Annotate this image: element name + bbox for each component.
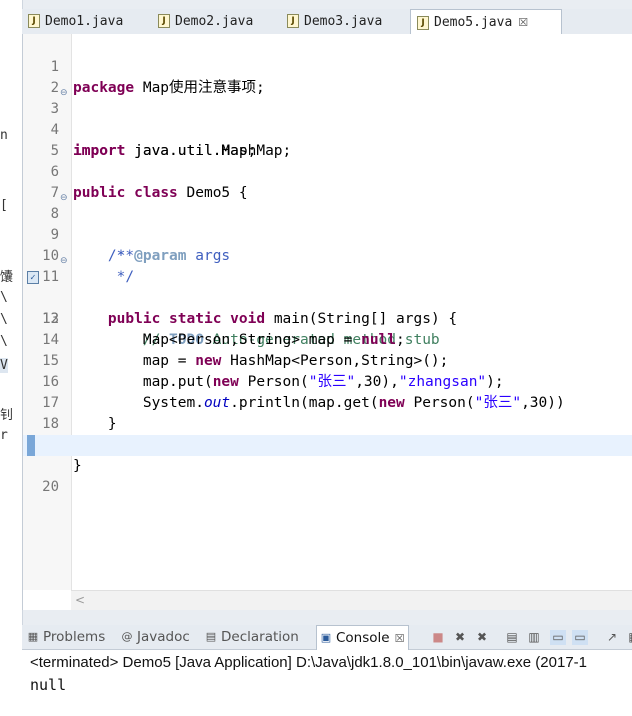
javadoc-icon: @ (121, 630, 133, 643)
tab-problems[interactable]: ▦ Problems (24, 625, 105, 649)
left-fragment: 馕 (0, 270, 14, 285)
left-cropped-panel: n [ 馕 \ \ \ V 钊 r (0, 0, 23, 716)
left-fragment: \ (0, 312, 8, 327)
left-fragment: \ (0, 334, 8, 349)
code-line: 10 */ (23, 225, 632, 285)
tab-demo3[interactable]: J Demo3.java (281, 9, 409, 33)
tab-label: Demo5.java (434, 15, 513, 30)
tab-label: Demo3.java (304, 13, 383, 29)
scroll-left-icon[interactable]: < (75, 593, 85, 607)
scroll-lock-icon[interactable]: ▥ (526, 630, 542, 645)
code-line: 9 * @param args (23, 204, 632, 264)
code-line: 4 import java.util.Map; (23, 99, 632, 159)
horizontal-scrollbar[interactable]: < (71, 590, 632, 610)
declaration-icon: ▤ (205, 630, 217, 643)
console-status: <terminated> Demo5 [Java Application] D:… (30, 654, 588, 671)
java-file-icon: J (28, 14, 40, 28)
code-line: 15 map.put(new Person("张三",30),"zhangsan… (23, 330, 632, 390)
remove-launch-icon[interactable]: ✖ (452, 630, 468, 645)
current-line-marker (27, 435, 35, 456)
code-editor[interactable]: 1 package Map使用注意事项; 2 3 ⊖ import java.u… (22, 34, 632, 610)
terminate-icon[interactable]: ■ (430, 630, 446, 645)
view-tab-bar: ▦ Problems @ Javadoc ▤ Declaration ▣ Con… (22, 625, 632, 650)
remove-all-launches-icon[interactable]: ✖ (474, 630, 490, 645)
clear-console-icon[interactable]: ▤ (504, 630, 520, 645)
tab-demo2[interactable]: J Demo2.java (152, 9, 280, 33)
editor-tab-bar: J Demo1.java J Demo2.java J Demo3.java J… (22, 9, 632, 35)
left-fragment: \ (0, 290, 8, 305)
tab-label: Demo2.java (175, 13, 254, 29)
pin-console-icon[interactable]: ↗ (604, 630, 620, 645)
left-fragment: V (0, 358, 8, 373)
tab-javadoc[interactable]: @ Javadoc (118, 625, 190, 649)
close-icon[interactable]: ☒ (395, 632, 405, 645)
tab-console[interactable]: ▣ Console ☒ (316, 625, 410, 650)
left-fragment: r (0, 428, 8, 443)
display-console-icon[interactable]: ▦ (626, 630, 632, 645)
code-line: 19 } (23, 414, 632, 474)
console-output[interactable]: <terminated> Demo5 [Java Application] D:… (22, 650, 632, 716)
code-line: 2 (23, 57, 632, 96)
code-line: 14 map = new HashMap<Person,String>(); (23, 309, 632, 369)
left-fragment: n (0, 128, 8, 143)
line-number: 20 (42, 479, 59, 495)
code-line: 7 (23, 162, 632, 201)
current-code-line[interactable]: 20 (23, 435, 632, 495)
tab-declaration[interactable]: ▤ Declaration (202, 625, 299, 649)
code-line: 6 public class Demo5 { (23, 141, 632, 201)
code-line: 16 System.out.println(map.get(new Person… (23, 351, 632, 411)
java-file-icon: J (417, 15, 429, 30)
code-line: 5 (23, 120, 632, 159)
tab-demo5[interactable]: J Demo5.java ☒ (410, 9, 562, 35)
left-fragment: 钊 (0, 408, 14, 423)
code-line: 8 ⊖ /** (23, 183, 632, 264)
code-line: 1 package Map使用注意事项; (23, 36, 632, 96)
code-line: 13 Map<Person,String> map = null; (23, 288, 632, 348)
code-line: 18 (23, 393, 632, 432)
java-file-icon: J (287, 14, 299, 28)
show-on-error-icon[interactable]: ▭ (572, 630, 588, 645)
show-on-output-icon[interactable]: ▭ (550, 630, 566, 645)
task-marker-icon[interactable]: ✓ (27, 271, 39, 284)
code-line: 11 ⊖ public static void main(String[] ar… (23, 246, 632, 327)
console-icon: ▣ (320, 631, 332, 644)
code-line: 3 ⊖ import java.util.HashMap; (23, 78, 632, 159)
tab-label: Demo1.java (45, 13, 124, 29)
java-file-icon: J (158, 14, 170, 28)
left-fragment: [ (0, 198, 8, 213)
tab-demo1[interactable]: J Demo1.java (22, 9, 150, 33)
code-line: ✓ 12 // TODO Auto-generated method stub (23, 267, 632, 348)
console-text: null (30, 676, 67, 694)
problems-icon: ▦ (27, 630, 39, 643)
code-line: 17 } (23, 372, 632, 432)
close-icon[interactable]: ☒ (518, 16, 528, 29)
